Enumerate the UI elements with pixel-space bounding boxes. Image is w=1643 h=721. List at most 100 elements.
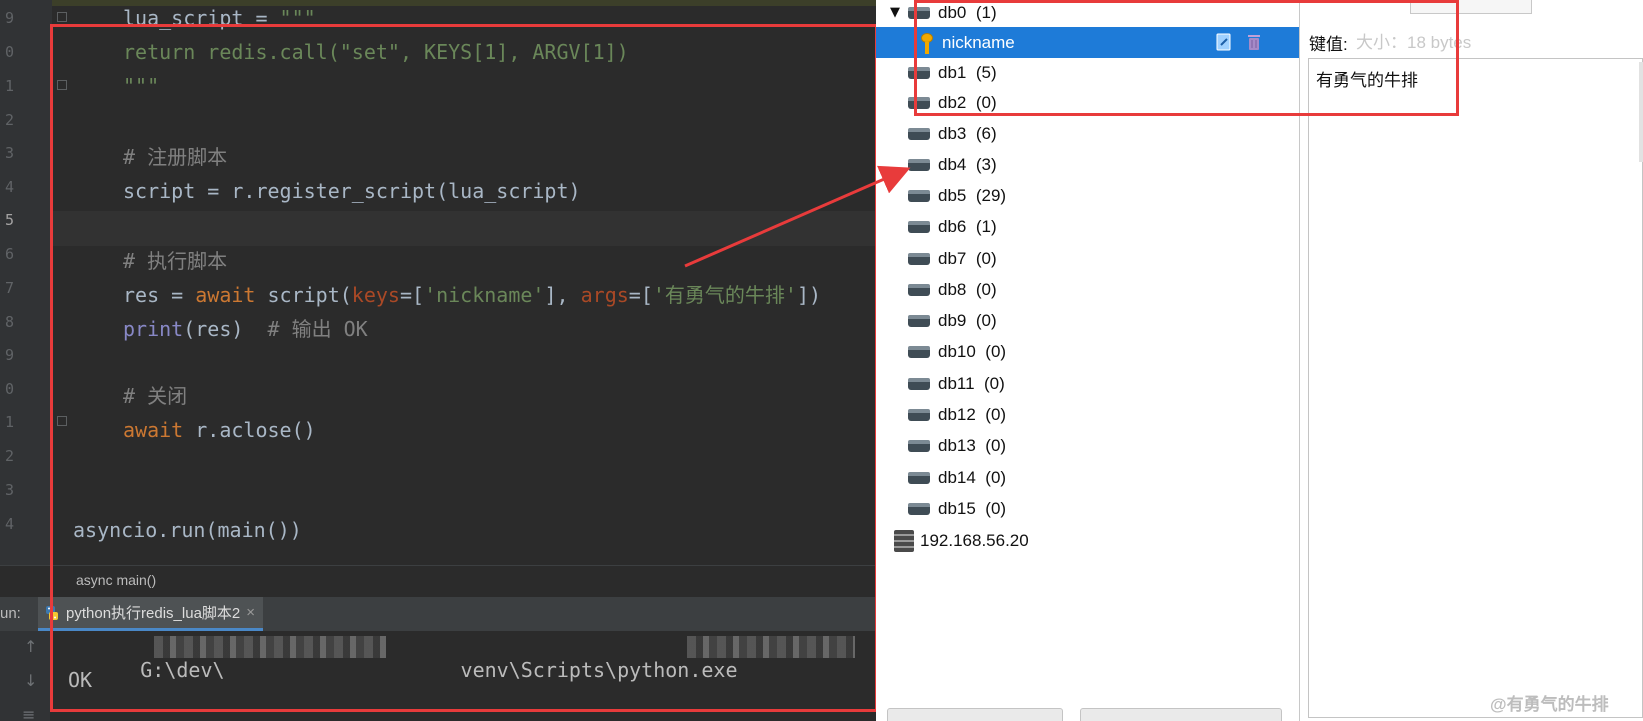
database-icon [908,502,930,515]
fold-marker-icon[interactable] [57,80,67,90]
tree-item-db3[interactable]: db3 (6) [876,118,1299,149]
value-panel: 键值: 大小：18 bytes 有勇气的牛排 @有勇气的牛排 [1300,0,1643,721]
tree-item-db5[interactable]: db5 (29) [876,180,1299,211]
database-icon [908,314,930,327]
menu-icon[interactable]: ≡ [22,705,35,721]
arrow-up-icon[interactable]: ↑ [24,637,37,656]
breadcrumb[interactable]: async main() [0,565,876,598]
edit-icon[interactable] [1214,32,1234,52]
line-number: 3 [4,144,14,162]
database-icon [908,345,930,358]
code-line[interactable]: asyncio.run(main()) [73,515,302,545]
fold-marker-icon[interactable] [57,12,67,22]
tree-item-label: db1 (5) [938,62,997,82]
tree-item-key-nickname[interactable]: nickname [876,27,1299,58]
watermark: @有勇气的牛排 [1490,695,1609,714]
database-icon [908,6,930,19]
tree-item-label: db11 (0) [938,373,1005,393]
value-text[interactable]: 有勇气的牛排 [1316,66,1418,91]
tree-item-db4[interactable]: db4 (3) [876,149,1299,180]
run-tool-window-header: un: python执行redis_lua脚本2 × [0,597,876,632]
redacted-path [154,636,386,658]
tree-bottom-button[interactable] [1080,708,1282,721]
tree-item-db15[interactable]: db15 (0) [876,493,1299,524]
line-number: 2 [4,447,14,465]
database-icon [908,158,930,171]
code-line[interactable]: await r.aclose() [123,415,316,445]
tree-item-label: db6 (1) [938,216,997,236]
tree-bottom-button[interactable] [887,708,1063,721]
line-number: 1 [4,77,14,95]
database-icon [908,377,930,390]
line-number: 9 [4,9,14,27]
code-line[interactable]: """ [123,71,159,101]
redis-key-tree[interactable]: ▼ db0 (1) nickname db1 (5) db2 (0) db3 (… [876,0,1300,721]
python-icon [46,605,58,620]
tree-item-db10[interactable]: db10 (0) [876,336,1299,367]
code-line[interactable]: res = await script(keys=['nickname'], ar… [123,280,821,310]
value-editor[interactable] [1308,58,1643,718]
tree-item-label: db13 (0) [938,435,1007,455]
server-icon [894,529,914,552]
tree-item-label: db2 (0) [938,92,997,112]
code-line[interactable]: print(res) # 输出 OK [123,314,368,344]
delete-icon[interactable] [1244,32,1264,52]
tree-item-label: db8 (0) [938,279,997,299]
line-number: 1 [4,413,14,431]
run-label: un: [0,605,21,622]
tree-item-label: nickname [942,32,1015,52]
tree-item-db2[interactable]: db2 (0) [876,87,1299,118]
code-comment[interactable]: # 关闭 [123,381,187,411]
arrow-down-icon[interactable]: ↓ [24,671,37,690]
database-icon [908,96,930,109]
tree-item-db6[interactable]: db6 (1) [876,211,1299,242]
tree-item-db14[interactable]: db14 (0) [876,462,1299,493]
database-icon [908,220,930,233]
close-icon[interactable]: × [246,604,255,621]
value-panel-header-tab[interactable] [1410,0,1532,14]
tree-item-label: db0 (1) [938,2,997,22]
database-icon [908,283,930,296]
tree-item-db0[interactable]: ▼ db0 (1) [876,0,1299,28]
current-line-highlight [52,211,876,246]
code-editor[interactable]: 9 0 1 2 3 4 5 6 7 8 9 0 1 2 3 4 lua_scri… [0,0,876,721]
code-comment[interactable]: # 注册脚本 [123,142,227,172]
line-number: 3 [4,481,14,499]
tree-item-label: db5 (29) [938,185,1007,205]
code-line[interactable]: script = r.register_script(lua_script) [123,176,581,206]
tree-item-label: 192.168.56.20 [920,530,1029,550]
expand-arrow-icon[interactable]: ▼ [890,5,904,20]
line-number: 0 [4,380,14,398]
tree-item-db7[interactable]: db7 (0) [876,243,1299,274]
run-console[interactable]: ↑ ↓ ≡ G:\dev\ venv\Scripts\python.exe OK [0,631,876,721]
line-number: 7 [4,279,14,297]
run-tab[interactable]: python执行redis_lua脚本2 × [38,597,264,631]
tree-item-db11[interactable]: db11 (0) [876,368,1299,399]
fold-marker-icon[interactable] [57,416,67,426]
tree-item-db13[interactable]: db13 (0) [876,430,1299,461]
code-line[interactable]: lua_script = """ [123,3,316,33]
tree-item-db8[interactable]: db8 (0) [876,274,1299,305]
scrollbar[interactable] [1639,62,1643,162]
database-icon [908,471,930,484]
database-icon [908,252,930,265]
value-size: 大小：18 bytes [1356,33,1472,52]
line-number-gutter: 9 0 1 2 3 4 5 6 7 8 9 0 1 2 3 4 [0,0,52,565]
database-icon [908,408,930,421]
line-number: 6 [4,245,14,263]
tree-item-db1[interactable]: db1 (5) [876,57,1299,88]
breadcrumb-item[interactable]: async main() [76,572,156,588]
tree-item-server[interactable]: 192.168.56.20 [876,525,1299,556]
line-number: 4 [4,515,14,533]
tree-item-label: db4 (3) [938,154,997,174]
line-number: 9 [4,346,14,364]
console-output-line: OK [68,668,93,692]
code-line[interactable]: return redis.call("set", KEYS[1], ARGV[1… [123,37,629,67]
database-icon [908,439,930,452]
tree-item-db12[interactable]: db12 (0) [876,399,1299,430]
tree-item-db9[interactable]: db9 (0) [876,305,1299,336]
redacted-path [687,636,855,658]
line-number: 8 [4,313,14,331]
tree-item-label: db3 (6) [938,123,997,143]
code-comment[interactable]: # 执行脚本 [123,246,227,276]
